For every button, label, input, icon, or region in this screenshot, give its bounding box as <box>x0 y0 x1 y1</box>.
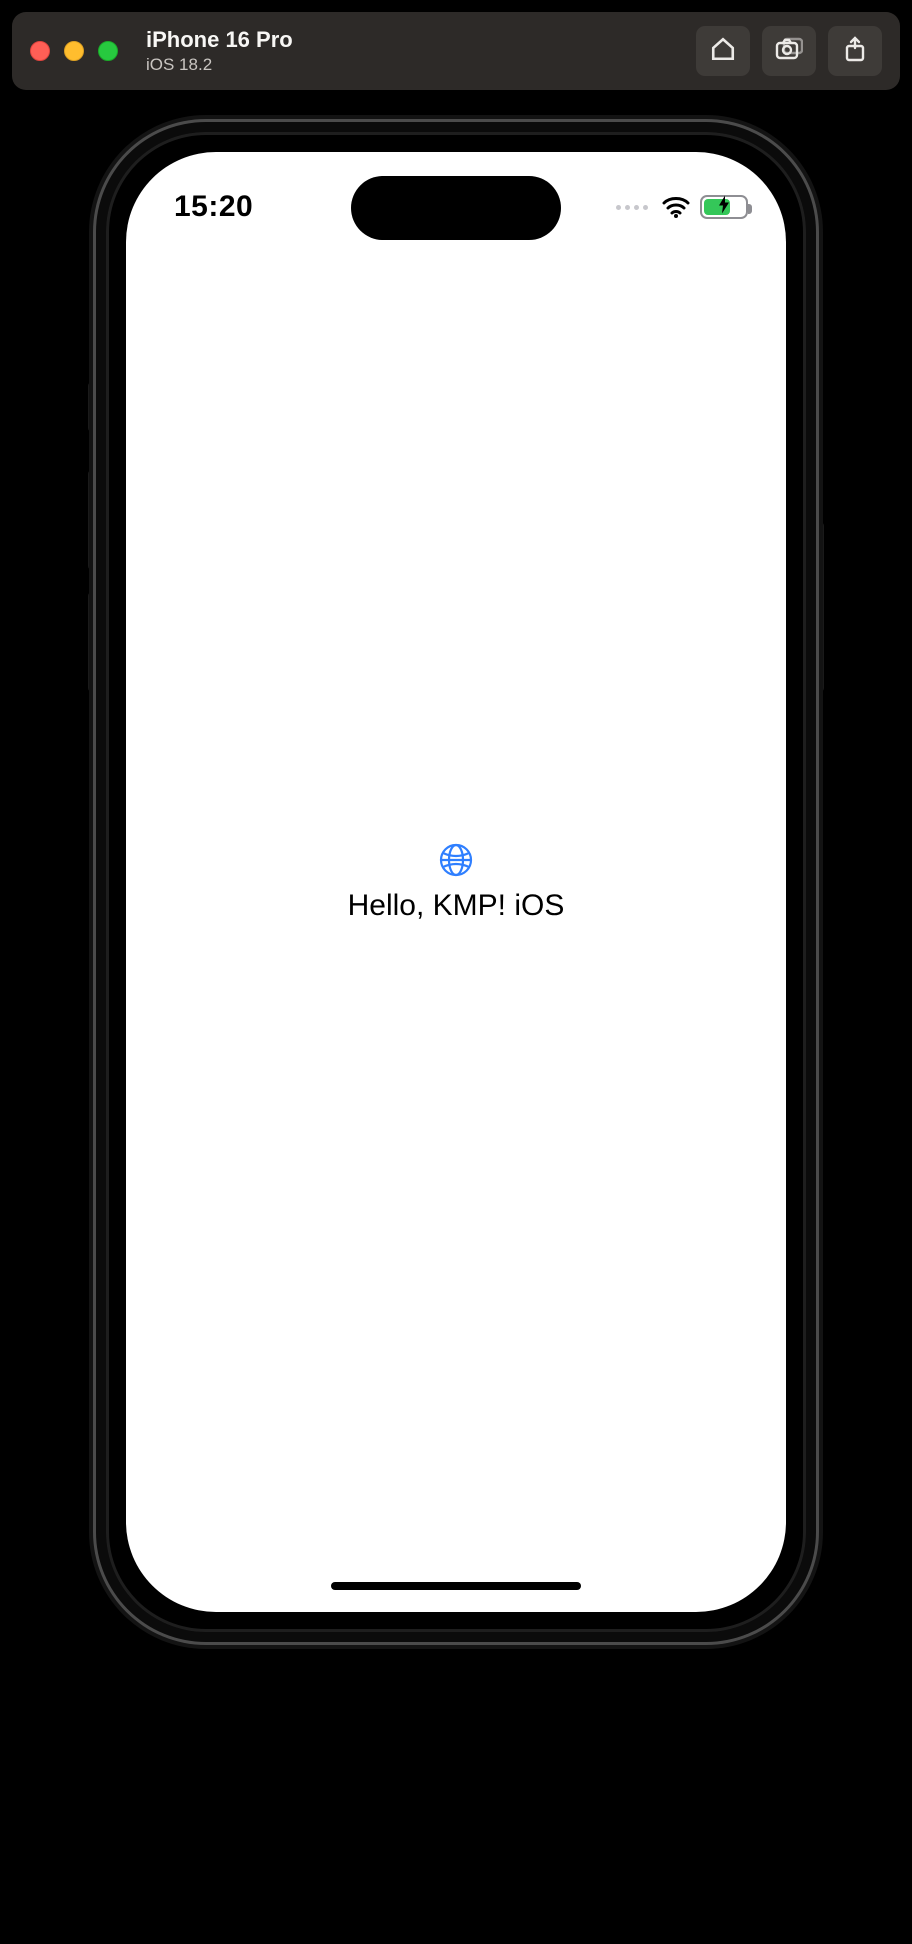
mute-switch[interactable] <box>88 382 96 432</box>
device-screen: 15:20 <box>126 152 786 1612</box>
cellular-dots-icon <box>616 205 648 210</box>
home-indicator[interactable] <box>331 1582 581 1590</box>
volume-up-button[interactable] <box>88 470 96 570</box>
battery-icon <box>700 195 748 219</box>
dynamic-island <box>351 176 561 240</box>
home-button[interactable] <box>696 26 750 76</box>
device-name-label: iPhone 16 Pro <box>146 27 293 53</box>
status-time: 15:20 <box>174 190 253 224</box>
volume-down-button[interactable] <box>88 592 96 692</box>
status-right-cluster <box>616 195 748 219</box>
greeting-label: Hello, KMP! iOS <box>348 889 565 923</box>
screenshot-button[interactable] <box>762 26 816 76</box>
share-button[interactable] <box>828 26 882 76</box>
device-frame: 15:20 <box>96 122 816 1642</box>
window-zoom-button[interactable] <box>98 41 118 61</box>
simulator-actions <box>696 26 882 76</box>
charging-bolt-icon <box>718 196 730 219</box>
side-lock-button[interactable] <box>816 522 824 692</box>
home-icon <box>710 36 736 67</box>
device-outer-shell: 15:20 <box>96 122 816 1642</box>
simulator-window-bar: iPhone 16 Pro iOS 18.2 <box>12 12 900 90</box>
os-version-label: iOS 18.2 <box>146 55 293 75</box>
simulator-title: iPhone 16 Pro iOS 18.2 <box>146 27 293 75</box>
window-minimize-button[interactable] <box>64 41 84 61</box>
app-content: Hello, KMP! iOS <box>126 152 786 1612</box>
screenshot-icon <box>775 36 803 67</box>
share-icon <box>843 36 867 67</box>
device-inner-shell: 15:20 <box>106 132 806 1632</box>
globe-icon <box>438 842 474 883</box>
window-close-button[interactable] <box>30 41 50 61</box>
wifi-icon <box>662 196 690 218</box>
window-traffic-lights <box>30 41 118 61</box>
